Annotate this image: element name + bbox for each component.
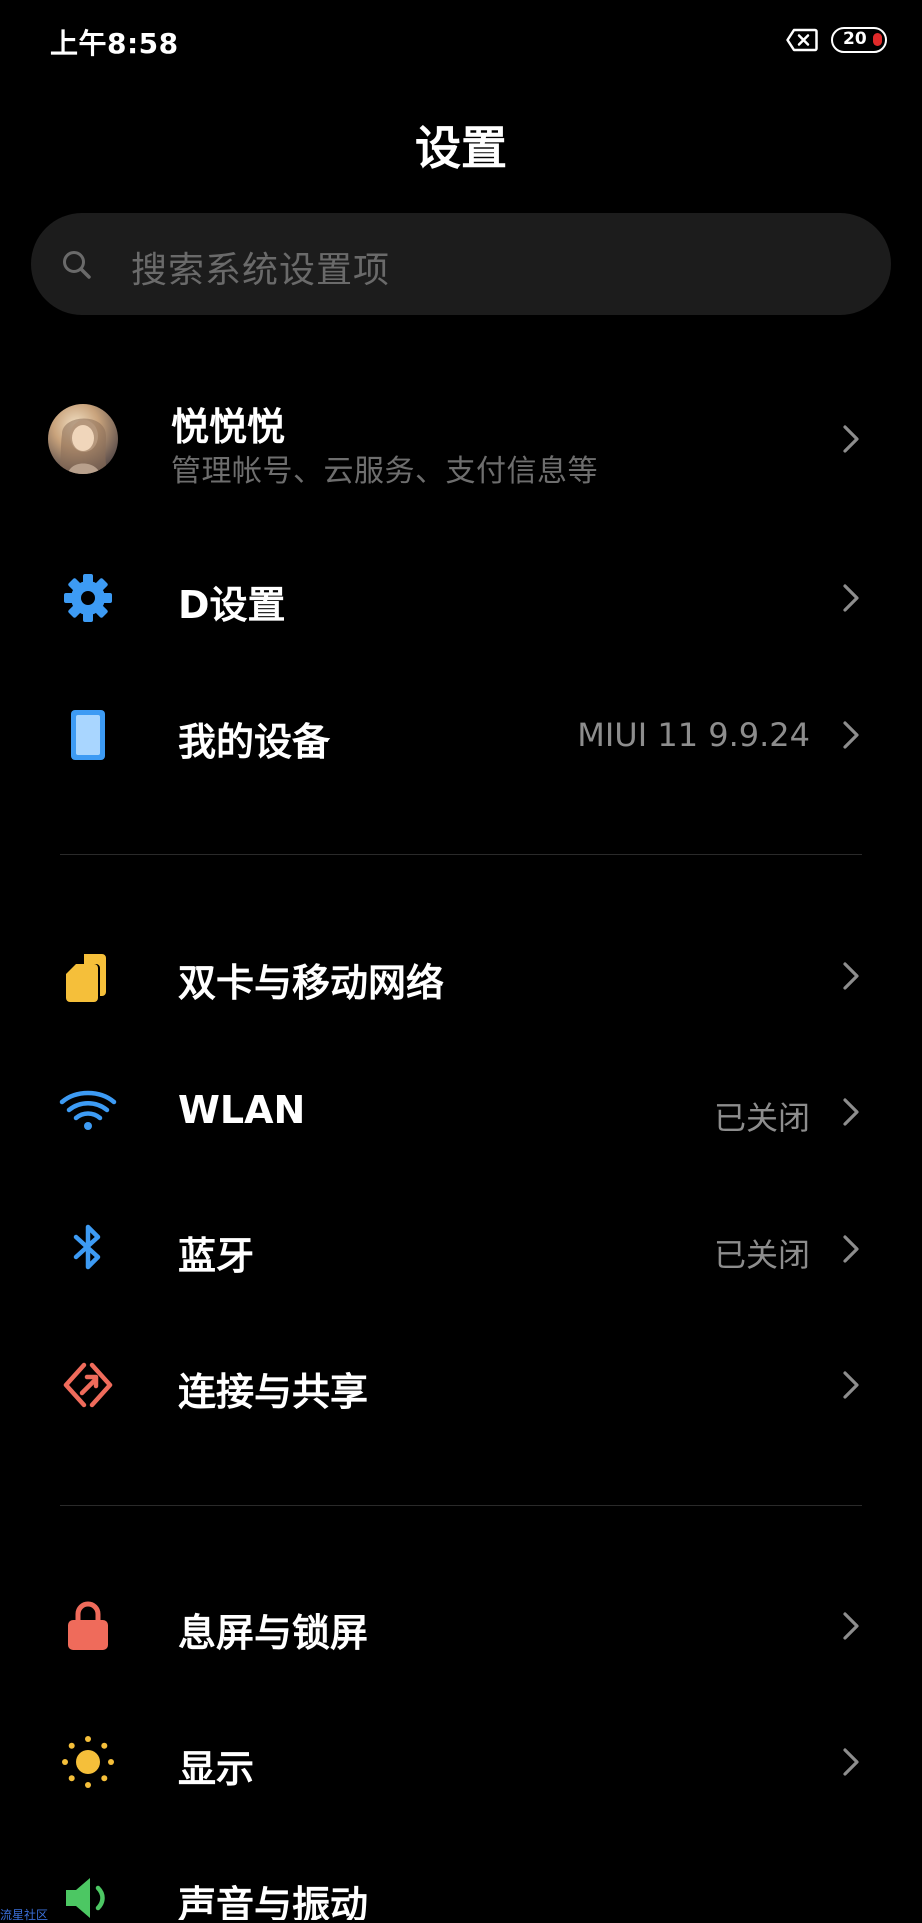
settings-item-value: 已关闭 [713, 1099, 810, 1137]
settings-item-label: D设置 [178, 583, 286, 627]
settings-item-my-device[interactable]: 我的设备 MIUI 11 9.9.24 [0, 687, 922, 783]
chevron-right-icon [843, 1371, 859, 1399]
settings-item-connection-share[interactable]: 连接与共享 [0, 1337, 922, 1433]
wifi-icon [59, 1090, 117, 1130]
search-icon [63, 251, 91, 279]
chevron-right-icon [843, 1098, 859, 1126]
settings-item-value: 已关闭 [713, 1236, 810, 1274]
settings-item-sound[interactable]: 声音与振动 [0, 1850, 922, 1920]
divider [60, 854, 862, 855]
gear-icon [64, 574, 112, 622]
share-icon [63, 1362, 113, 1408]
settings-item-lock-screen[interactable]: 息屏与锁屏 [0, 1578, 922, 1674]
search-placeholder: 搜索系统设置项 [131, 250, 391, 291]
settings-item-label: 声音与振动 [178, 1883, 369, 1920]
chevron-right-icon [843, 721, 859, 749]
chevron-right-icon [843, 1235, 859, 1263]
battery-fill [873, 33, 882, 46]
tablet-icon [71, 710, 105, 760]
lock-icon [68, 1601, 108, 1650]
watermark: 流星社区 [0, 1908, 49, 1922]
page-title: 设置 [415, 121, 507, 175]
settings-item-label: 显示 [178, 1747, 255, 1791]
sim-card-icon [66, 954, 106, 1002]
settings-item-sim[interactable]: 双卡与移动网络 [0, 928, 922, 1024]
settings-item-wlan[interactable]: WLAN 已关闭 [0, 1064, 922, 1160]
settings-item-value: MIUI 11 9.9.24 [577, 716, 810, 754]
settings-item-label: 双卡与移动网络 [178, 961, 445, 1005]
speaker-icon [66, 1878, 105, 1918]
no-sim-icon [786, 28, 818, 52]
chevron-right-icon [843, 1612, 859, 1640]
divider [60, 1505, 862, 1506]
settings-item-bluetooth[interactable]: 蓝牙 已关闭 [0, 1201, 922, 1297]
settings-item-label: 蓝牙 [178, 1234, 255, 1278]
chevron-right-icon [843, 425, 859, 453]
chevron-right-icon [843, 962, 859, 990]
account-name: 悦悦悦 [171, 405, 286, 449]
settings-item-d-settings[interactable]: D设置 [0, 550, 922, 646]
search-input[interactable]: 搜索系统设置项 [31, 213, 891, 315]
settings-item-label: WLAN [178, 1088, 306, 1132]
status-time: 上午8:58 [50, 27, 179, 60]
battery-icon: 20 [831, 27, 887, 53]
sun-icon [62, 1736, 114, 1788]
chevron-right-icon [843, 584, 859, 612]
account-subtitle: 管理帐号、云服务、支付信息等 [171, 454, 598, 489]
settings-item-label: 连接与共享 [178, 1370, 369, 1414]
avatar[interactable] [48, 404, 118, 474]
chevron-right-icon [843, 1748, 859, 1776]
status-bar: 上午8:58 20 [0, 0, 922, 84]
battery-level: 20 [843, 29, 867, 49]
settings-item-label: 息屏与锁屏 [178, 1611, 369, 1655]
settings-item-display[interactable]: 显示 [0, 1714, 922, 1810]
bluetooth-icon [73, 1224, 101, 1270]
settings-item-label: 我的设备 [178, 720, 331, 764]
